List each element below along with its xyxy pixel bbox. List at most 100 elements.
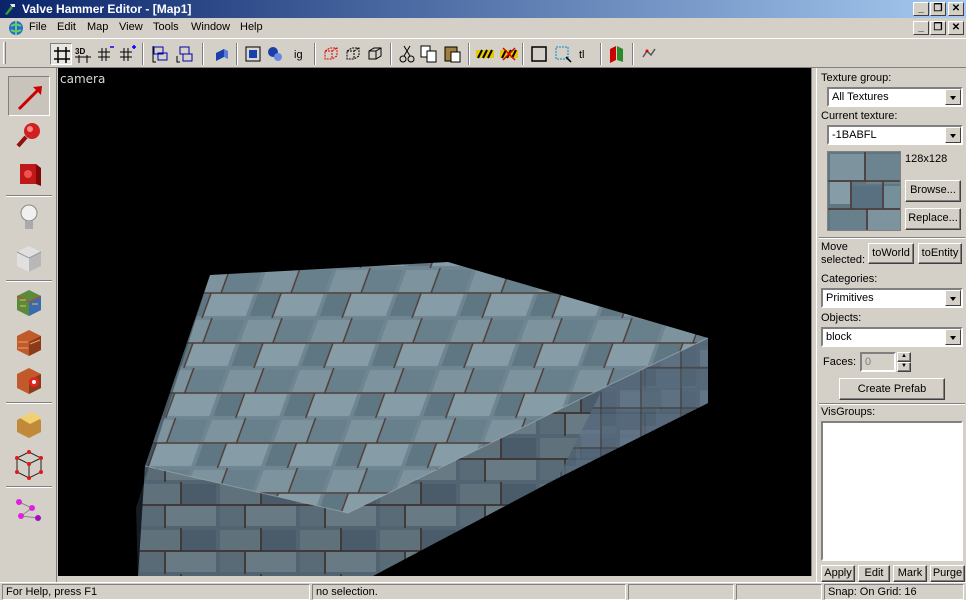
toolbar-separator	[314, 43, 316, 65]
edit-button[interactable]: Edit	[858, 565, 890, 582]
to-entity-button[interactable]: toEntity	[918, 243, 962, 264]
purge-button[interactable]: Purge	[930, 565, 965, 582]
menu-edit[interactable]: Edit	[57, 21, 76, 33]
menu-bar: File Edit Map View Tools Window Help _ ❐…	[0, 18, 966, 38]
objects-select[interactable]: block	[821, 327, 963, 347]
status-coords	[628, 584, 734, 600]
mdi-close-button[interactable]: ✕	[948, 21, 964, 35]
chevron-down-icon[interactable]	[945, 127, 961, 143]
toolbar-separator	[142, 43, 144, 65]
faces-spin-up[interactable]: ▲	[897, 352, 911, 362]
camera-tool[interactable]	[8, 154, 50, 194]
toolbar-separator	[390, 43, 392, 65]
select-box-icon[interactable]	[528, 43, 550, 65]
chevron-down-icon[interactable]	[945, 329, 961, 345]
current-texture-select[interactable]: -1BABFL	[827, 125, 963, 145]
camera-viewport[interactable]: camera	[58, 68, 811, 576]
minimize-button[interactable]: _	[913, 2, 929, 16]
mdi-restore-button[interactable]: ❐	[930, 21, 946, 35]
menu-help[interactable]: Help	[240, 21, 263, 33]
document-globe-icon[interactable]	[8, 20, 24, 36]
decal-icon	[17, 368, 41, 394]
apply-current-texture-tool[interactable]	[8, 322, 50, 362]
copy-icon[interactable]	[418, 43, 440, 65]
hollow-icon[interactable]	[264, 43, 286, 65]
toolbar-separator	[600, 43, 602, 65]
window-title: Valve Hammer Editor - [Map1]	[22, 2, 192, 16]
paste-icon[interactable]	[442, 43, 464, 65]
brush-3d-render	[136, 262, 709, 576]
replace-button[interactable]: Replace...	[905, 208, 961, 230]
menu-view[interactable]: View	[119, 21, 143, 33]
block-tool[interactable]	[8, 238, 50, 278]
apply-button[interactable]: Apply	[821, 565, 855, 582]
hide-unselected-icon[interactable]	[342, 43, 364, 65]
texture-cube-icon	[16, 290, 42, 316]
texture-group-select[interactable]: All Textures	[827, 87, 963, 107]
magnify-tool[interactable]	[8, 116, 50, 156]
svg-text:3D: 3D	[75, 47, 85, 56]
title-bar: Valve Hammer Editor - [Map1] _ ❐ ✕	[0, 0, 966, 18]
toolbar-grip[interactable]	[3, 42, 6, 64]
move-selected-label-2: selected:	[821, 254, 866, 266]
panel-separator	[819, 237, 965, 239]
visgroups-list[interactable]	[821, 421, 963, 561]
toolbar-separator	[236, 43, 238, 65]
texture-size: 128x128	[905, 153, 948, 165]
cut-icon[interactable]	[396, 43, 418, 65]
categories-select[interactable]: Primitives	[821, 288, 963, 308]
tools-toolbar	[0, 68, 57, 582]
faces-input[interactable]: 0	[860, 352, 896, 372]
main-toolbar: 3D ig tl	[0, 38, 966, 68]
vertex-manipulation-tool[interactable]	[8, 444, 50, 484]
show-all-icon[interactable]	[364, 43, 386, 65]
path-icon	[16, 499, 41, 521]
status-help: For Help, press F1	[2, 584, 310, 600]
ungroup-icon[interactable]	[174, 43, 196, 65]
path-tool[interactable]	[8, 488, 50, 528]
smaller-grid-icon[interactable]	[94, 43, 116, 65]
3d-grid-icon[interactable]: 3D	[72, 43, 94, 65]
visgroups-label: VisGroups:	[821, 406, 876, 418]
selection-tool[interactable]	[8, 76, 50, 116]
toolbar-separator	[202, 43, 204, 65]
menu-map[interactable]: Map	[87, 21, 108, 33]
status-snap: Snap: On Grid: 16	[824, 584, 964, 600]
toggle-hidden-icon[interactable]	[474, 43, 496, 65]
restore-button[interactable]: ❐	[930, 2, 946, 16]
select-all-icon[interactable]	[552, 43, 574, 65]
texture-application-tool[interactable]	[8, 282, 50, 322]
browse-button[interactable]: Browse...	[905, 180, 961, 202]
tl-icon[interactable]: tl	[574, 43, 596, 65]
toggle-cordon-icon[interactable]	[498, 43, 520, 65]
to-world-button[interactable]: toWorld	[868, 243, 914, 264]
objects-label: Objects:	[821, 312, 862, 324]
decal-tool[interactable]	[8, 360, 50, 400]
ig-icon[interactable]: ig	[288, 43, 310, 65]
toolbar-separator	[468, 43, 470, 65]
grid-icon[interactable]	[50, 43, 72, 65]
chevron-down-icon[interactable]	[945, 290, 961, 306]
carve-icon[interactable]	[242, 43, 264, 65]
status-selection: no selection.	[312, 584, 626, 600]
menu-tools[interactable]: Tools	[153, 21, 179, 33]
group-icon[interactable]	[150, 43, 172, 65]
mdi-minimize-button[interactable]: _	[913, 21, 929, 35]
entity-tool[interactable]	[8, 198, 50, 238]
close-button[interactable]: ✕	[948, 2, 964, 16]
mark-button[interactable]: Mark	[893, 565, 927, 582]
move-selected-label-1: Move	[821, 241, 848, 253]
texture-group-value: All Textures	[832, 91, 889, 103]
options-icon[interactable]	[638, 43, 660, 65]
chevron-down-icon[interactable]	[945, 89, 961, 105]
menu-window[interactable]: Window	[191, 21, 230, 33]
tie-to-entity-icon[interactable]	[210, 43, 232, 65]
run-map-icon[interactable]	[606, 43, 628, 65]
faces-spin-down[interactable]: ▼	[897, 362, 911, 372]
create-prefab-button[interactable]: Create Prefab	[839, 378, 945, 400]
clipping-tool[interactable]	[8, 404, 50, 444]
larger-grid-icon[interactable]	[116, 43, 138, 65]
menu-file[interactable]: File	[29, 21, 47, 33]
light-bulb-icon	[20, 204, 38, 229]
hide-selected-icon[interactable]	[320, 43, 342, 65]
